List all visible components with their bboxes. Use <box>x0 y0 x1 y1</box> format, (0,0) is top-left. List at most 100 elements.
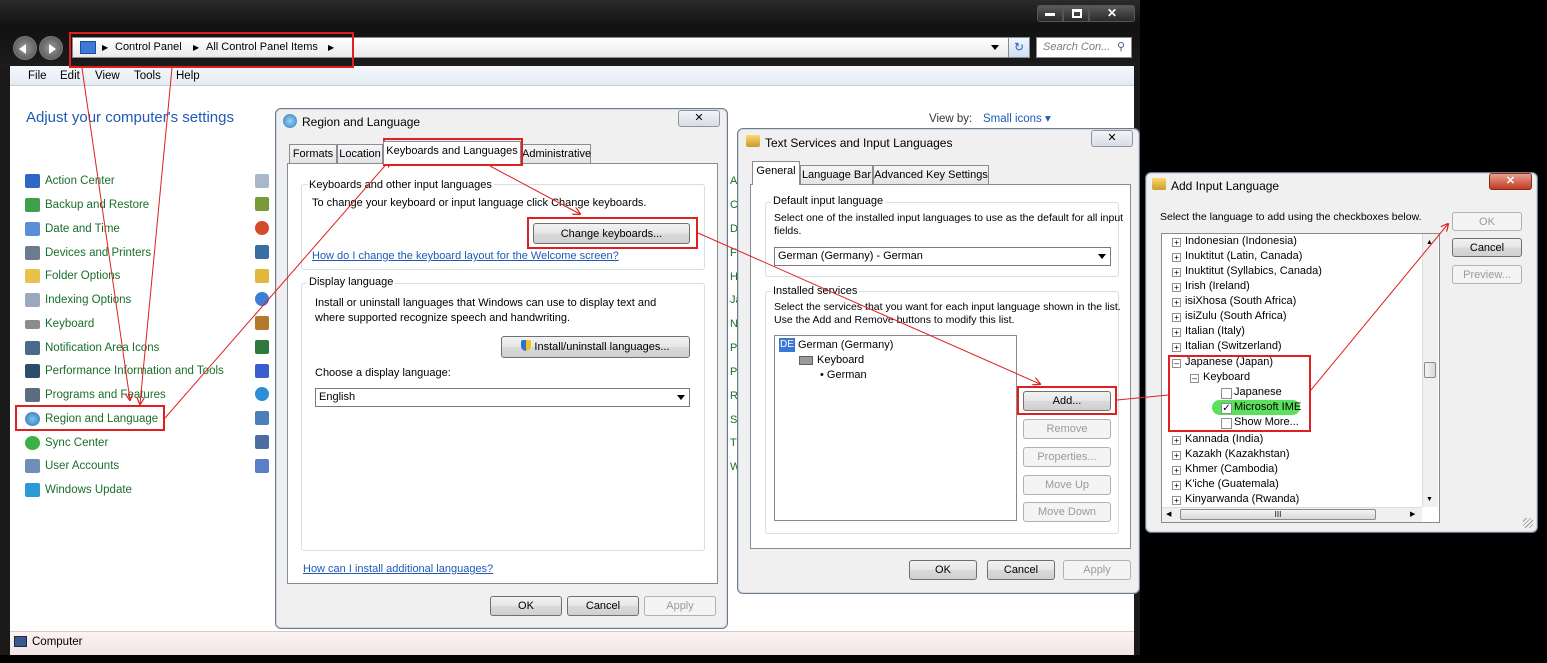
address-bar[interactable]: ▶ Control Panel ▶ All Control Panel Item… <box>72 37 1030 58</box>
region-apply-button[interactable]: Apply <box>644 596 716 616</box>
region-dialog-close[interactable]: ✕ <box>678 110 720 127</box>
welcome-screen-link[interactable]: How do I change the keyboard layout for … <box>312 249 619 263</box>
lang-item[interactable]: Kazakh (Kazakhstan) <box>1185 447 1290 461</box>
remove-button[interactable]: Remove <box>1023 419 1111 439</box>
address-dropdown-icon[interactable] <box>991 45 999 50</box>
scroll-right-icon[interactable]: ▶ <box>1410 508 1415 522</box>
lang-item[interactable]: Kinyarwanda (Rwanda) <box>1185 492 1299 506</box>
scroll-left-icon[interactable]: ◀ <box>1166 508 1171 522</box>
personalization-icon[interactable] <box>255 364 269 378</box>
fonts-icon[interactable] <box>255 269 269 283</box>
move-down-button[interactable]: Move Down <box>1023 502 1111 522</box>
lang-item[interactable]: Inuktitut (Latin, Canada) <box>1185 249 1302 263</box>
text-services-apply-button[interactable]: Apply <box>1063 560 1131 580</box>
lang-item[interactable]: isiZulu (South Africa) <box>1185 309 1286 323</box>
properties-button[interactable]: Properties... <box>1023 447 1111 467</box>
resize-grip-icon[interactable] <box>1523 518 1533 528</box>
lang-item[interactable]: Indonesian (Indonesia) <box>1185 234 1297 248</box>
vertical-scroll-thumb[interactable] <box>1424 362 1436 378</box>
add-input-ok-button[interactable]: OK <box>1452 212 1522 231</box>
back-button[interactable] <box>13 36 37 60</box>
expand-icon[interactable]: + <box>1172 436 1181 445</box>
menu-edit[interactable]: Edit <box>60 69 80 83</box>
add-input-cancel-button[interactable]: Cancel <box>1452 238 1522 257</box>
region-ok-button[interactable]: OK <box>490 596 562 616</box>
tablet-icon[interactable] <box>255 459 269 473</box>
expand-icon[interactable]: + <box>1172 451 1181 460</box>
close-button[interactable]: ✕ <box>1089 5 1135 22</box>
show-more-checkbox[interactable] <box>1221 418 1232 429</box>
tab-keyboards-languages[interactable]: Keyboards and Languages <box>383 141 521 164</box>
tab-general[interactable]: General <box>752 161 800 185</box>
forward-button[interactable] <box>39 36 63 60</box>
lang-item[interactable]: Irish (Ireland) <box>1185 279 1250 293</box>
tab-formats[interactable]: Formats <box>289 144 337 163</box>
expand-icon[interactable]: + <box>1172 343 1181 352</box>
breadcrumb-all-items[interactable]: All Control Panel Items <box>206 40 318 54</box>
power-icon[interactable] <box>255 387 269 401</box>
add-button[interactable]: Add... <box>1023 391 1111 411</box>
layout-microsoft-ime[interactable]: Microsoft IME <box>1234 400 1301 414</box>
expand-icon[interactable]: + <box>1172 496 1181 505</box>
scroll-down-icon[interactable]: ▼ <box>1426 493 1433 507</box>
refresh-button[interactable]: ↻ <box>1008 37 1030 58</box>
change-keyboards-button[interactable]: Change keyboards... <box>533 223 690 244</box>
search-box[interactable]: Search Con... ⚲ <box>1036 37 1132 58</box>
homegroup-icon[interactable] <box>255 292 269 306</box>
expand-icon[interactable]: + <box>1172 298 1181 307</box>
add-input-preview-button[interactable]: Preview... <box>1452 265 1522 284</box>
admin-tools-icon[interactable] <box>255 174 269 188</box>
menu-file[interactable]: File <box>28 69 47 83</box>
lang-item[interactable]: isiXhosa (South Africa) <box>1185 294 1296 308</box>
tab-advanced-key-settings[interactable]: Advanced Key Settings <box>873 165 989 184</box>
expand-icon[interactable]: + <box>1172 238 1181 247</box>
lang-item[interactable]: Kannada (India) <box>1185 432 1263 446</box>
expand-icon[interactable]: + <box>1172 253 1181 262</box>
display-language-select[interactable]: English <box>315 388 690 407</box>
network-icon[interactable] <box>255 340 269 354</box>
region-cancel-button[interactable]: Cancel <box>567 596 639 616</box>
japanese-checkbox[interactable] <box>1221 388 1232 399</box>
lang-item[interactable]: Italian (Italy) <box>1185 324 1245 338</box>
menu-help[interactable]: Help <box>176 69 200 83</box>
text-services-ok-button[interactable]: OK <box>909 560 977 580</box>
lang-item[interactable]: Inuktitut (Syllabics, Canada) <box>1185 264 1322 278</box>
recovery-icon[interactable] <box>255 411 269 425</box>
expand-icon[interactable]: + <box>1172 328 1181 337</box>
keyboard-node[interactable]: Keyboard <box>1203 370 1250 384</box>
move-up-button[interactable]: Move Up <box>1023 475 1111 495</box>
expand-icon[interactable]: + <box>1172 466 1181 475</box>
expand-icon[interactable]: + <box>1172 481 1181 490</box>
lang-item[interactable]: Italian (Switzerland) <box>1185 339 1282 353</box>
collapse-icon[interactable]: – <box>1172 359 1181 368</box>
install-uninstall-button[interactable]: Install/uninstall languages... <box>501 336 690 358</box>
lang-item-japanese[interactable]: Japanese (Japan) <box>1185 355 1273 369</box>
system-icon[interactable] <box>255 435 269 449</box>
expand-icon[interactable]: + <box>1172 283 1181 292</box>
layout-show-more[interactable]: Show More... <box>1234 415 1299 429</box>
default-input-select[interactable]: German (Germany) - German <box>774 247 1111 266</box>
java-icon[interactable] <box>255 316 269 330</box>
default-programs-icon[interactable] <box>255 221 269 235</box>
view-by-dropdown[interactable]: Small icons ▾ <box>983 112 1051 126</box>
microsoft-ime-checkbox[interactable]: ✓ <box>1221 403 1232 414</box>
minimize-button[interactable]: ▬ <box>1037 5 1063 22</box>
scroll-up-icon[interactable]: ▲ <box>1426 236 1433 250</box>
tab-location[interactable]: Location <box>337 144 383 163</box>
tab-language-bar[interactable]: Language Bar <box>800 165 873 184</box>
text-services-cancel-button[interactable]: Cancel <box>987 560 1055 580</box>
add-input-close[interactable]: ✕ <box>1489 173 1532 190</box>
maximize-button[interactable] <box>1063 5 1089 22</box>
menu-view[interactable]: View <box>95 69 120 83</box>
tree-layout-node[interactable]: • German <box>820 368 867 382</box>
lang-item[interactable]: K'iche (Guatemala) <box>1185 477 1279 491</box>
display-icon[interactable] <box>255 245 269 259</box>
text-services-close[interactable]: ✕ <box>1091 130 1133 147</box>
collapse-icon[interactable]: – <box>1190 374 1199 383</box>
lang-item[interactable]: Khmer (Cambodia) <box>1185 462 1278 476</box>
install-languages-link[interactable]: How can I install additional languages? <box>303 562 493 576</box>
expand-icon[interactable]: + <box>1172 268 1181 277</box>
menu-tools[interactable]: Tools <box>134 69 161 83</box>
expand-icon[interactable]: + <box>1172 313 1181 322</box>
horizontal-scroll-thumb[interactable]: III <box>1180 509 1376 520</box>
